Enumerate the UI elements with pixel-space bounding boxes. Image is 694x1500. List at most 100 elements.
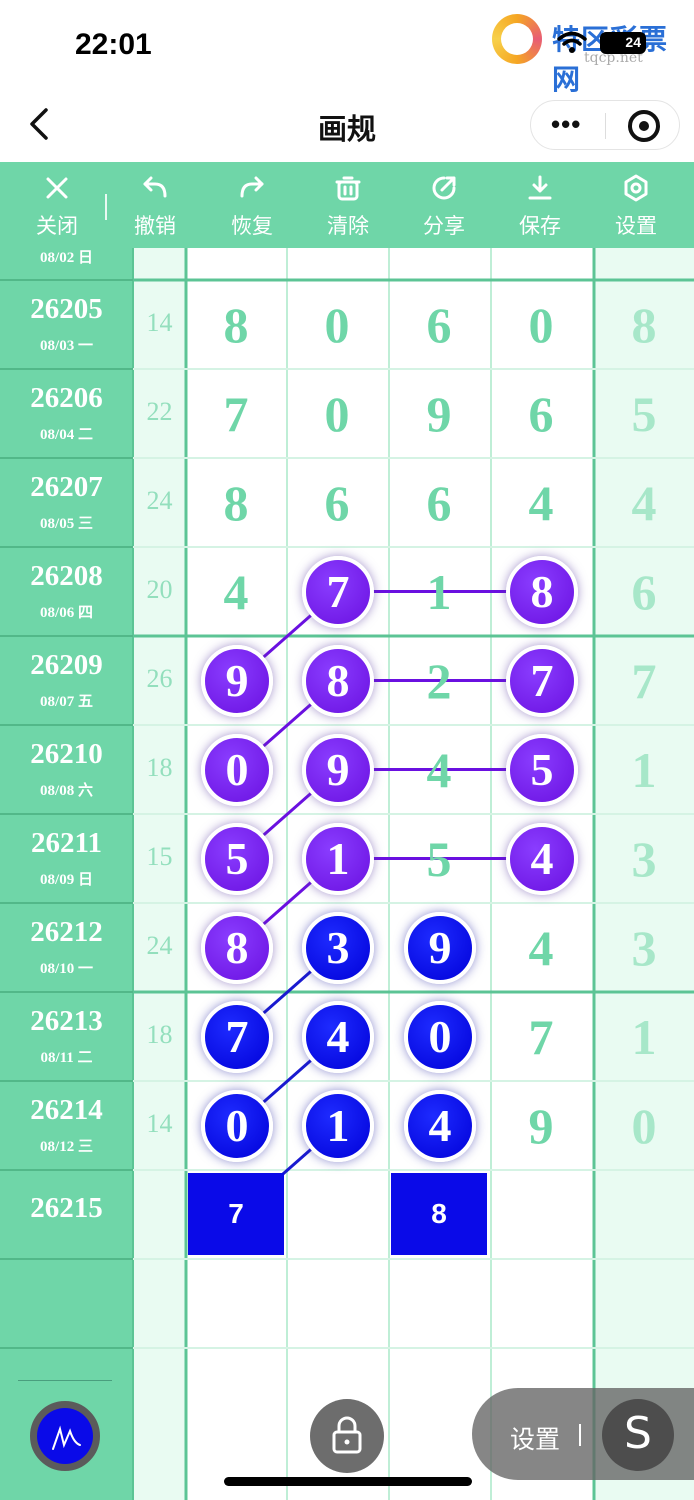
more-icon[interactable]: ••• xyxy=(551,111,581,137)
digit-cell[interactable]: 0 xyxy=(287,385,387,443)
period-number: 26210 xyxy=(30,738,103,770)
extra-digit-cell: 1 xyxy=(631,1009,657,1065)
status-bar: 22:01 特区彩票网 tqcp.net 24 xyxy=(0,0,694,96)
toolbar-redo-button[interactable]: 恢复 xyxy=(204,162,300,248)
period-cell: 26212 08/10 一 xyxy=(0,903,133,992)
toolbar-close-label: 关闭 xyxy=(36,215,78,238)
undo-icon xyxy=(143,176,167,198)
pen-divider xyxy=(18,1380,112,1381)
digit-cell[interactable]: 4 xyxy=(186,563,286,621)
period-date: 08/06 四 xyxy=(40,605,93,621)
highlight-ball[interactable]: 7 xyxy=(302,555,374,628)
digit-cell[interactable]: 6 xyxy=(287,474,387,532)
prediction-box[interactable]: 7 xyxy=(188,1173,284,1255)
digit-cell[interactable]: 4 xyxy=(389,741,489,799)
period-date: 08/03 一 xyxy=(40,338,93,354)
close-icon xyxy=(46,177,68,199)
sum-value: 15 xyxy=(146,842,173,871)
highlight-ball[interactable]: 9 xyxy=(201,644,273,717)
period-number: 26214 xyxy=(30,1094,103,1126)
period-cell: 26214 08/12 三 xyxy=(0,1081,133,1170)
period-date: 08/05 三 xyxy=(40,516,93,532)
home-indicator xyxy=(224,1477,472,1486)
digit-cell[interactable]: 9 xyxy=(389,385,489,443)
pen-button[interactable] xyxy=(28,1399,102,1473)
toolbar-redo-label: 恢复 xyxy=(231,215,273,238)
toolbar-settings-button[interactable]: 设置 xyxy=(588,162,684,248)
settings-pill-label[interactable]: 设置 xyxy=(510,1420,560,1456)
digit-cell[interactable]: 0 xyxy=(287,296,387,354)
highlight-ball[interactable]: 5 xyxy=(201,822,273,895)
extra-digit-cell: 6 xyxy=(631,564,657,620)
sum-value: 14 xyxy=(146,1109,173,1138)
highlight-ball[interactable]: 0 xyxy=(201,733,273,806)
toolbar-close-button[interactable]: 关闭 xyxy=(9,162,105,248)
gear-icon xyxy=(624,174,648,202)
highlight-ball[interactable]: 7 xyxy=(201,1000,273,1073)
trend-grid[interactable]: 08/02 日 26205 08/03 一 14 8 0 6 0 8 26206 08/04 二 22… xyxy=(0,248,694,1500)
period-number: 26215 xyxy=(30,1192,103,1224)
period-number: 26209 xyxy=(30,649,103,681)
extra-digit-cell: 8 xyxy=(631,297,657,353)
settings-pill[interactable]: 设置 S xyxy=(472,1388,694,1480)
digit-cell[interactable]: 6 xyxy=(389,474,489,532)
highlight-ball[interactable]: 4 xyxy=(404,1089,476,1162)
digit-cell[interactable]: 2 xyxy=(389,652,489,710)
highlight-ball[interactable]: 1 xyxy=(302,1089,374,1162)
pen-icon xyxy=(52,1425,81,1450)
highlight-ball[interactable]: 3 xyxy=(302,911,374,984)
digit-cell[interactable]: 8 xyxy=(186,296,286,354)
digit-cell[interactable]: 6 xyxy=(389,296,489,354)
period-cell: 26209 08/07 五 xyxy=(0,636,133,725)
sum-value: 24 xyxy=(146,486,173,515)
toolbar-save-button[interactable]: 保存 xyxy=(492,162,588,248)
digit-cell[interactable]: 4 xyxy=(491,474,591,532)
digit-cell[interactable]: 6 xyxy=(491,385,591,443)
period-date: 08/10 一 xyxy=(40,961,93,977)
digit-cell[interactable]: 4 xyxy=(491,919,591,977)
sum-value: 18 xyxy=(146,1020,173,1049)
share-icon xyxy=(432,176,456,200)
highlight-ball[interactable]: 0 xyxy=(404,1000,476,1073)
lock-button[interactable] xyxy=(310,1399,384,1473)
period-cell: 26213 08/11 二 xyxy=(0,992,133,1081)
sum-value: 18 xyxy=(146,753,173,782)
toolbar-share-button[interactable]: 分享 xyxy=(396,162,492,248)
close-miniprogram-icon[interactable] xyxy=(628,110,660,142)
period-number: 26208 xyxy=(30,560,103,592)
period-date: 08/02 日 xyxy=(40,250,93,266)
highlight-ball[interactable]: 8 xyxy=(201,911,273,984)
settings-pill-divider xyxy=(579,1424,581,1446)
extra-digit-cell: 4 xyxy=(631,475,657,531)
period-cell: 26207 08/05 三 xyxy=(0,458,133,547)
digit-cell[interactable]: 0 xyxy=(491,296,591,354)
digit-cell[interactable]: 7 xyxy=(491,1008,591,1066)
s-button[interactable]: S xyxy=(602,1399,674,1471)
watermark-logo: 特区彩票网 tqcp.net xyxy=(492,12,684,96)
prediction-box[interactable]: 8 xyxy=(391,1173,487,1255)
toolbar-clear-button[interactable]: 清除 xyxy=(300,162,396,248)
period-number: 26211 xyxy=(31,827,102,859)
highlight-ball[interactable]: 8 xyxy=(506,555,578,628)
highlight-ball[interactable]: 7 xyxy=(506,644,578,717)
highlight-ball[interactable]: 1 xyxy=(302,822,374,895)
highlight-ball[interactable]: 4 xyxy=(506,822,578,895)
redo-icon xyxy=(240,176,264,198)
highlight-ball[interactable]: 4 xyxy=(302,1000,374,1073)
digit-cell[interactable]: 9 xyxy=(491,1097,591,1155)
digit-cell[interactable]: 7 xyxy=(186,385,286,443)
period-cell: 26210 08/08 六 xyxy=(0,725,133,814)
extra-digit-cell: 3 xyxy=(631,831,657,887)
toolbar-undo-button[interactable]: 撤销 xyxy=(107,162,203,248)
highlight-ball[interactable]: 9 xyxy=(302,733,374,806)
highlight-ball[interactable]: 5 xyxy=(506,733,578,806)
status-time: 22:01 xyxy=(75,28,152,61)
digit-cell[interactable]: 5 xyxy=(389,830,489,888)
digit-cell[interactable]: 1 xyxy=(389,563,489,621)
highlight-ball[interactable]: 0 xyxy=(201,1089,273,1162)
period-number: 26205 xyxy=(30,293,103,325)
sum-value: 20 xyxy=(146,575,173,604)
highlight-ball[interactable]: 9 xyxy=(404,911,476,984)
highlight-ball[interactable]: 8 xyxy=(302,644,374,717)
digit-cell[interactable]: 8 xyxy=(186,474,286,532)
